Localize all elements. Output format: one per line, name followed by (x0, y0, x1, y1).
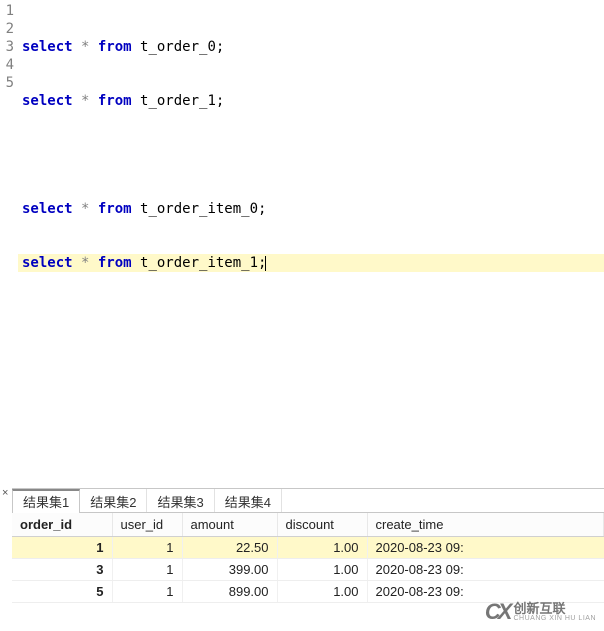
sql-editor[interactable]: 1 2 3 4 5 select * from t_order_0; selec… (0, 0, 604, 486)
column-header-discount[interactable]: discount (277, 513, 367, 537)
table-row[interactable]: 1 1 22.50 1.00 2020-08-23 09: (12, 537, 604, 559)
column-header-amount[interactable]: amount (182, 513, 277, 537)
tab-resultset-4[interactable]: 结果集4 (215, 489, 282, 512)
cell-user-id[interactable]: 1 (112, 559, 182, 581)
cell-user-id[interactable]: 1 (112, 581, 182, 603)
cell-user-id[interactable]: 1 (112, 537, 182, 559)
cell-order-id[interactable]: 3 (12, 559, 112, 581)
code-line[interactable]: select * from t_order_0; (18, 38, 604, 56)
cell-create-time[interactable]: 2020-08-23 09: (367, 559, 604, 581)
column-header-user-id[interactable]: user_id (112, 513, 182, 537)
cell-discount[interactable]: 1.00 (277, 559, 367, 581)
text-caret (265, 256, 266, 271)
cell-amount[interactable]: 899.00 (182, 581, 277, 603)
cell-amount[interactable]: 22.50 (182, 537, 277, 559)
tab-resultset-2[interactable]: 结果集2 (80, 489, 147, 512)
line-number: 2 (0, 20, 18, 38)
result-table[interactable]: order_id user_id amount discount create_… (12, 513, 604, 603)
code-line[interactable]: select * from t_order_1; (18, 92, 604, 110)
cell-order-id[interactable]: 5 (12, 581, 112, 603)
code-area[interactable]: select * from t_order_0; select * from t… (18, 0, 604, 486)
code-line[interactable] (18, 146, 604, 164)
results-panel: 结果集1 结果集2 结果集3 结果集4 order_id user_id amo… (12, 488, 604, 631)
cell-amount[interactable]: 399.00 (182, 559, 277, 581)
tab-resultset-1[interactable]: 结果集1 (12, 489, 80, 513)
cell-discount[interactable]: 1.00 (277, 537, 367, 559)
line-number: 5 (0, 74, 18, 92)
cell-discount[interactable]: 1.00 (277, 581, 367, 603)
line-number: 3 (0, 38, 18, 56)
cell-create-time[interactable]: 2020-08-23 09: (367, 581, 604, 603)
column-header-order-id[interactable]: order_id (12, 513, 112, 537)
code-line[interactable]: select * from t_order_item_0; (18, 200, 604, 218)
tab-resultset-3[interactable]: 结果集3 (147, 489, 214, 512)
line-number: 4 (0, 56, 18, 74)
cell-create-time[interactable]: 2020-08-23 09: (367, 537, 604, 559)
code-line-active[interactable]: select * from t_order_item_1; (18, 254, 604, 272)
line-number-gutter: 1 2 3 4 5 (0, 0, 18, 486)
cell-order-id[interactable]: 1 (12, 537, 112, 559)
line-number: 1 (0, 2, 18, 20)
table-row[interactable]: 3 1 399.00 1.00 2020-08-23 09: (12, 559, 604, 581)
table-row[interactable]: 5 1 899.00 1.00 2020-08-23 09: (12, 581, 604, 603)
table-header-row: order_id user_id amount discount create_… (12, 513, 604, 537)
close-icon[interactable]: × (2, 488, 12, 498)
column-header-create-time[interactable]: create_time (367, 513, 604, 537)
result-tabs: 结果集1 结果集2 结果集3 结果集4 (12, 489, 604, 513)
